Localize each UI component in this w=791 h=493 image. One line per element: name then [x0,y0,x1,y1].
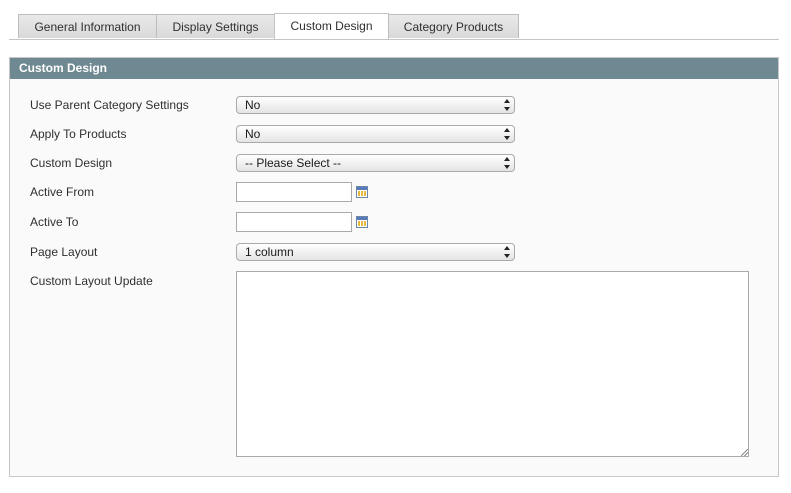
tab-display-settings[interactable]: Display Settings [156,14,275,38]
active-to-label: Active To [30,215,79,229]
custom-design-select[interactable]: -- Please Select -- [236,154,515,172]
use-parent-settings-label: Use Parent Category Settings [30,98,189,112]
use-parent-settings-select[interactable]: No [236,96,515,114]
calendar-icon[interactable] [356,216,368,228]
use-parent-settings-value: No [245,98,261,112]
apply-to-products-select[interactable]: No [236,125,515,143]
apply-to-products-value: No [245,127,261,141]
custom-design-panel: Custom Design Use Parent Category Settin… [9,57,779,477]
tab-bar: General Information Display Settings Cus… [9,13,779,40]
select-arrows-icon [503,99,510,111]
select-arrows-icon [503,128,510,140]
custom-layout-update-label: Custom Layout Update [30,274,153,288]
active-from-label: Active From [30,185,95,199]
page-layout-select[interactable]: 1 column [236,243,515,261]
custom-layout-update-textarea[interactable] [236,271,749,457]
custom-design-value: -- Please Select -- [245,156,342,170]
resize-handle-icon[interactable] [741,449,748,456]
page-layout-value: 1 column [245,245,294,259]
custom-design-label: Custom Design [30,156,113,170]
select-arrows-icon [503,246,510,258]
panel-title: Custom Design [10,58,778,79]
tab-custom-design[interactable]: Custom Design [274,13,389,39]
tab-category-products[interactable]: Category Products [388,14,519,38]
active-to-input[interactable] [236,212,352,232]
select-arrows-icon [503,157,510,169]
apply-to-products-label: Apply To Products [30,127,127,141]
page-layout-label: Page Layout [30,245,98,259]
active-from-input[interactable] [236,182,352,202]
calendar-icon[interactable] [356,186,368,198]
tab-general-information[interactable]: General Information [18,14,157,38]
